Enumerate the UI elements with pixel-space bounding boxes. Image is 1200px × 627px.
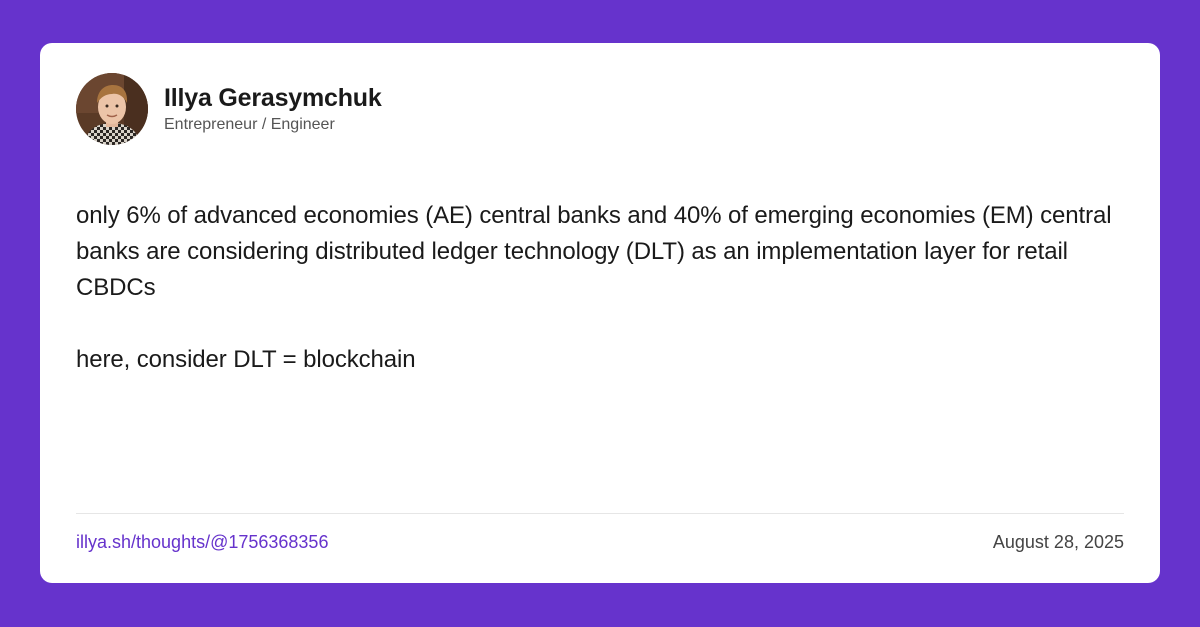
author-role: Entrepreneur / Engineer <box>164 115 335 133</box>
author-name: Illya Gerasymchuk <box>164 83 382 112</box>
author-info: Illya Gerasymchuk Entrepreneur / Enginee… <box>164 83 382 136</box>
post-body: only 6% of advanced economies (AE) centr… <box>76 198 1126 378</box>
post-permalink[interactable]: illya.sh/thoughts/@1756368356 <box>76 530 328 554</box>
avatar-image <box>76 73 148 145</box>
post-date: August 28, 2025 <box>992 532 1124 552</box>
post-paragraph: only 6% of advanced economies (AE) centr… <box>76 202 1112 301</box>
avatar[interactable] <box>76 73 148 145</box>
author-header: Illya Gerasymchuk Entrepreneur / Enginee… <box>76 73 382 145</box>
post-card: Illya Gerasymchuk Entrepreneur / Enginee… <box>40 43 1160 583</box>
post-paragraph: here, consider DLT = blockchain <box>76 346 416 373</box>
footer-divider <box>76 513 1124 514</box>
